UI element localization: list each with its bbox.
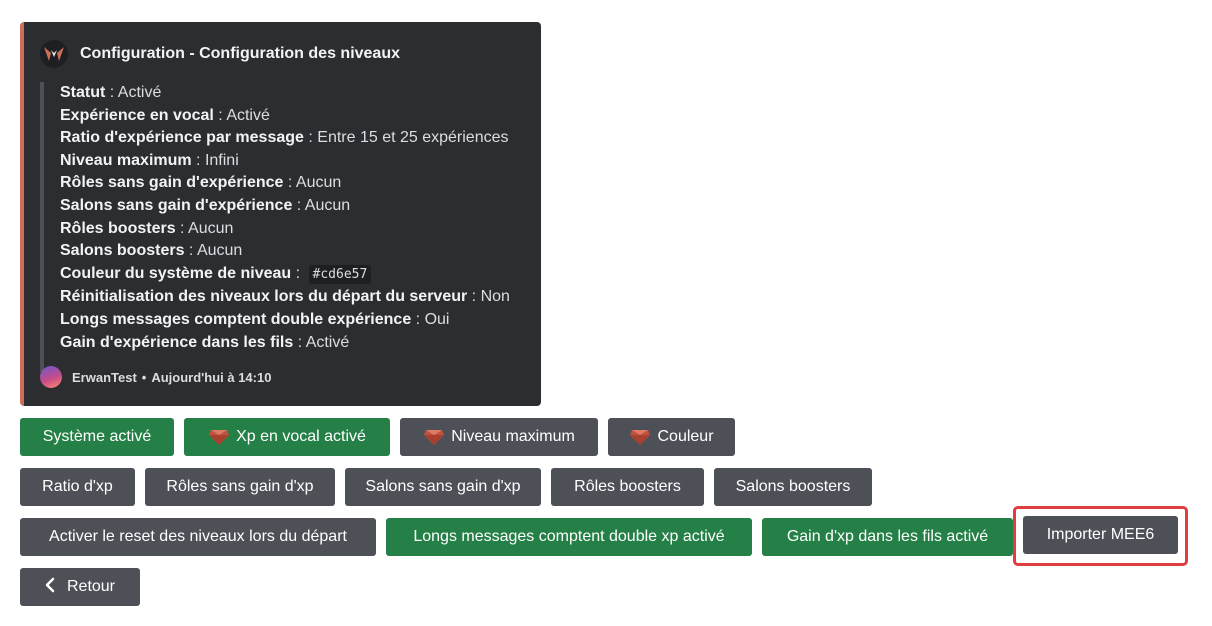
vocal-xp-button[interactable]: Xp en vocal activé	[184, 418, 390, 456]
footer-separator: •	[141, 369, 147, 385]
field-niveau-maximum: Niveau maximum : Infini	[60, 151, 239, 169]
footer-timestamp: Aujourd'hui à 14:10	[151, 369, 272, 385]
embed-fields: Statut : Activé Expérience en vocal : Ac…	[40, 82, 510, 372]
level-config-embed: Configuration - Configuration des niveau…	[20, 22, 541, 406]
threads-xp-button[interactable]: Gain d'xp dans les fils activé	[762, 518, 1013, 556]
field-statut: Statut : Activé	[60, 84, 162, 101]
field-salons-boosters: Salons boosters : Aucun	[60, 242, 243, 260]
field-gain-fils: Gain d'expérience dans les fils : Activé	[60, 333, 350, 351]
bot-logo-icon	[40, 40, 68, 68]
roles-no-xp-button[interactable]: Rôles sans gain d'xp	[145, 468, 335, 506]
embed-header: Configuration - Configuration des niveau…	[40, 40, 400, 68]
color-button[interactable]: Couleur	[608, 418, 735, 456]
ruby-gem-icon	[630, 430, 651, 445]
field-experience-vocal: Expérience en vocal : Activé	[60, 106, 270, 124]
embed-footer: ErwanTest • Aujourd'hui à 14:10	[40, 366, 271, 388]
avatar	[40, 366, 62, 388]
reset-levels-button[interactable]: Activer le reset des niveaux lors du dép…	[20, 518, 376, 556]
ruby-gem-icon	[424, 430, 445, 445]
import-mee6-button[interactable]: Importer MEE6	[1023, 516, 1178, 554]
field-salons-sans-gain: Salons sans gain d'expérience : Aucun	[60, 196, 351, 214]
ruby-gem-icon	[209, 430, 230, 445]
roles-boosters-button[interactable]: Rôles boosters	[551, 468, 704, 506]
field-longs-messages: Longs messages comptent double expérienc…	[60, 310, 450, 328]
footer-author: ErwanTest	[72, 369, 137, 385]
field-reinitialisation: Réinitialisation des niveaux lors du dép…	[60, 288, 510, 306]
field-roles-boosters: Rôles boosters : Aucun	[60, 219, 234, 237]
color-code: #cd6e57	[308, 264, 372, 284]
xp-ratio-button[interactable]: Ratio d'xp	[20, 468, 135, 506]
embed-title: Configuration - Configuration des niveau…	[80, 45, 400, 62]
max-level-button[interactable]: Niveau maximum	[400, 418, 598, 456]
back-button[interactable]: Retour	[20, 568, 140, 606]
field-roles-sans-gain: Rôles sans gain d'expérience : Aucun	[60, 174, 342, 192]
field-couleur: Couleur du système de niveau : #cd6e57	[60, 263, 510, 287]
system-active-button[interactable]: Système activé	[20, 418, 174, 456]
field-ratio: Ratio d'expérience par message : Entre 1…	[60, 129, 509, 147]
chevron-left-icon	[45, 577, 55, 598]
long-messages-button[interactable]: Longs messages comptent double xp activé	[386, 518, 752, 556]
salons-no-xp-button[interactable]: Salons sans gain d'xp	[345, 468, 541, 506]
salons-boosters-button[interactable]: Salons boosters	[714, 468, 872, 506]
